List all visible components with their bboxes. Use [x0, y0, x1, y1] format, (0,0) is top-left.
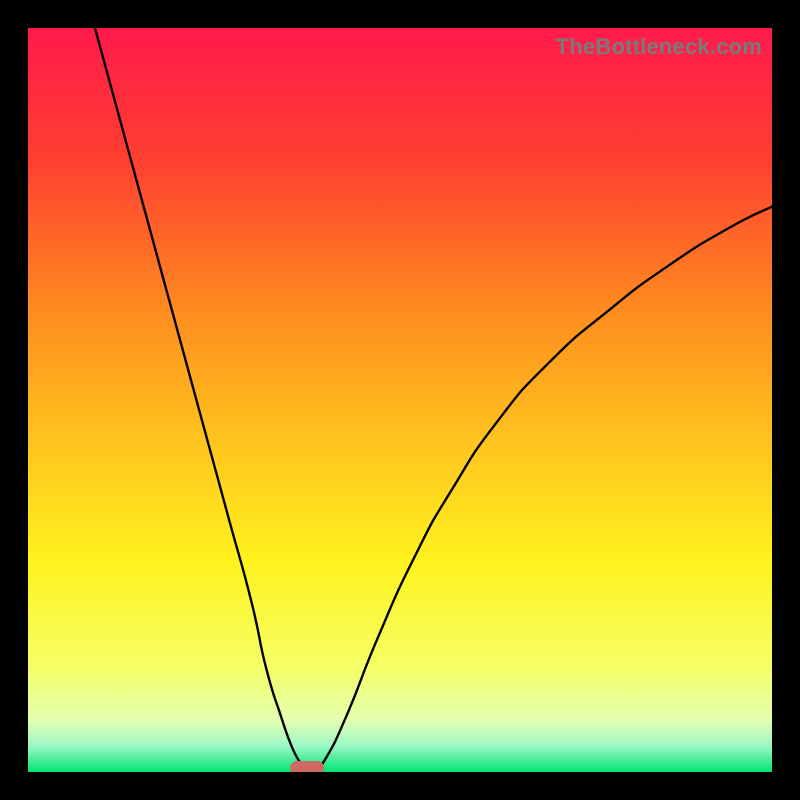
plot-area: TheBottleneck.com	[28, 28, 772, 772]
chart-frame: TheBottleneck.com	[0, 0, 800, 800]
optimal-marker	[290, 761, 324, 772]
bottleneck-curve	[28, 28, 772, 772]
